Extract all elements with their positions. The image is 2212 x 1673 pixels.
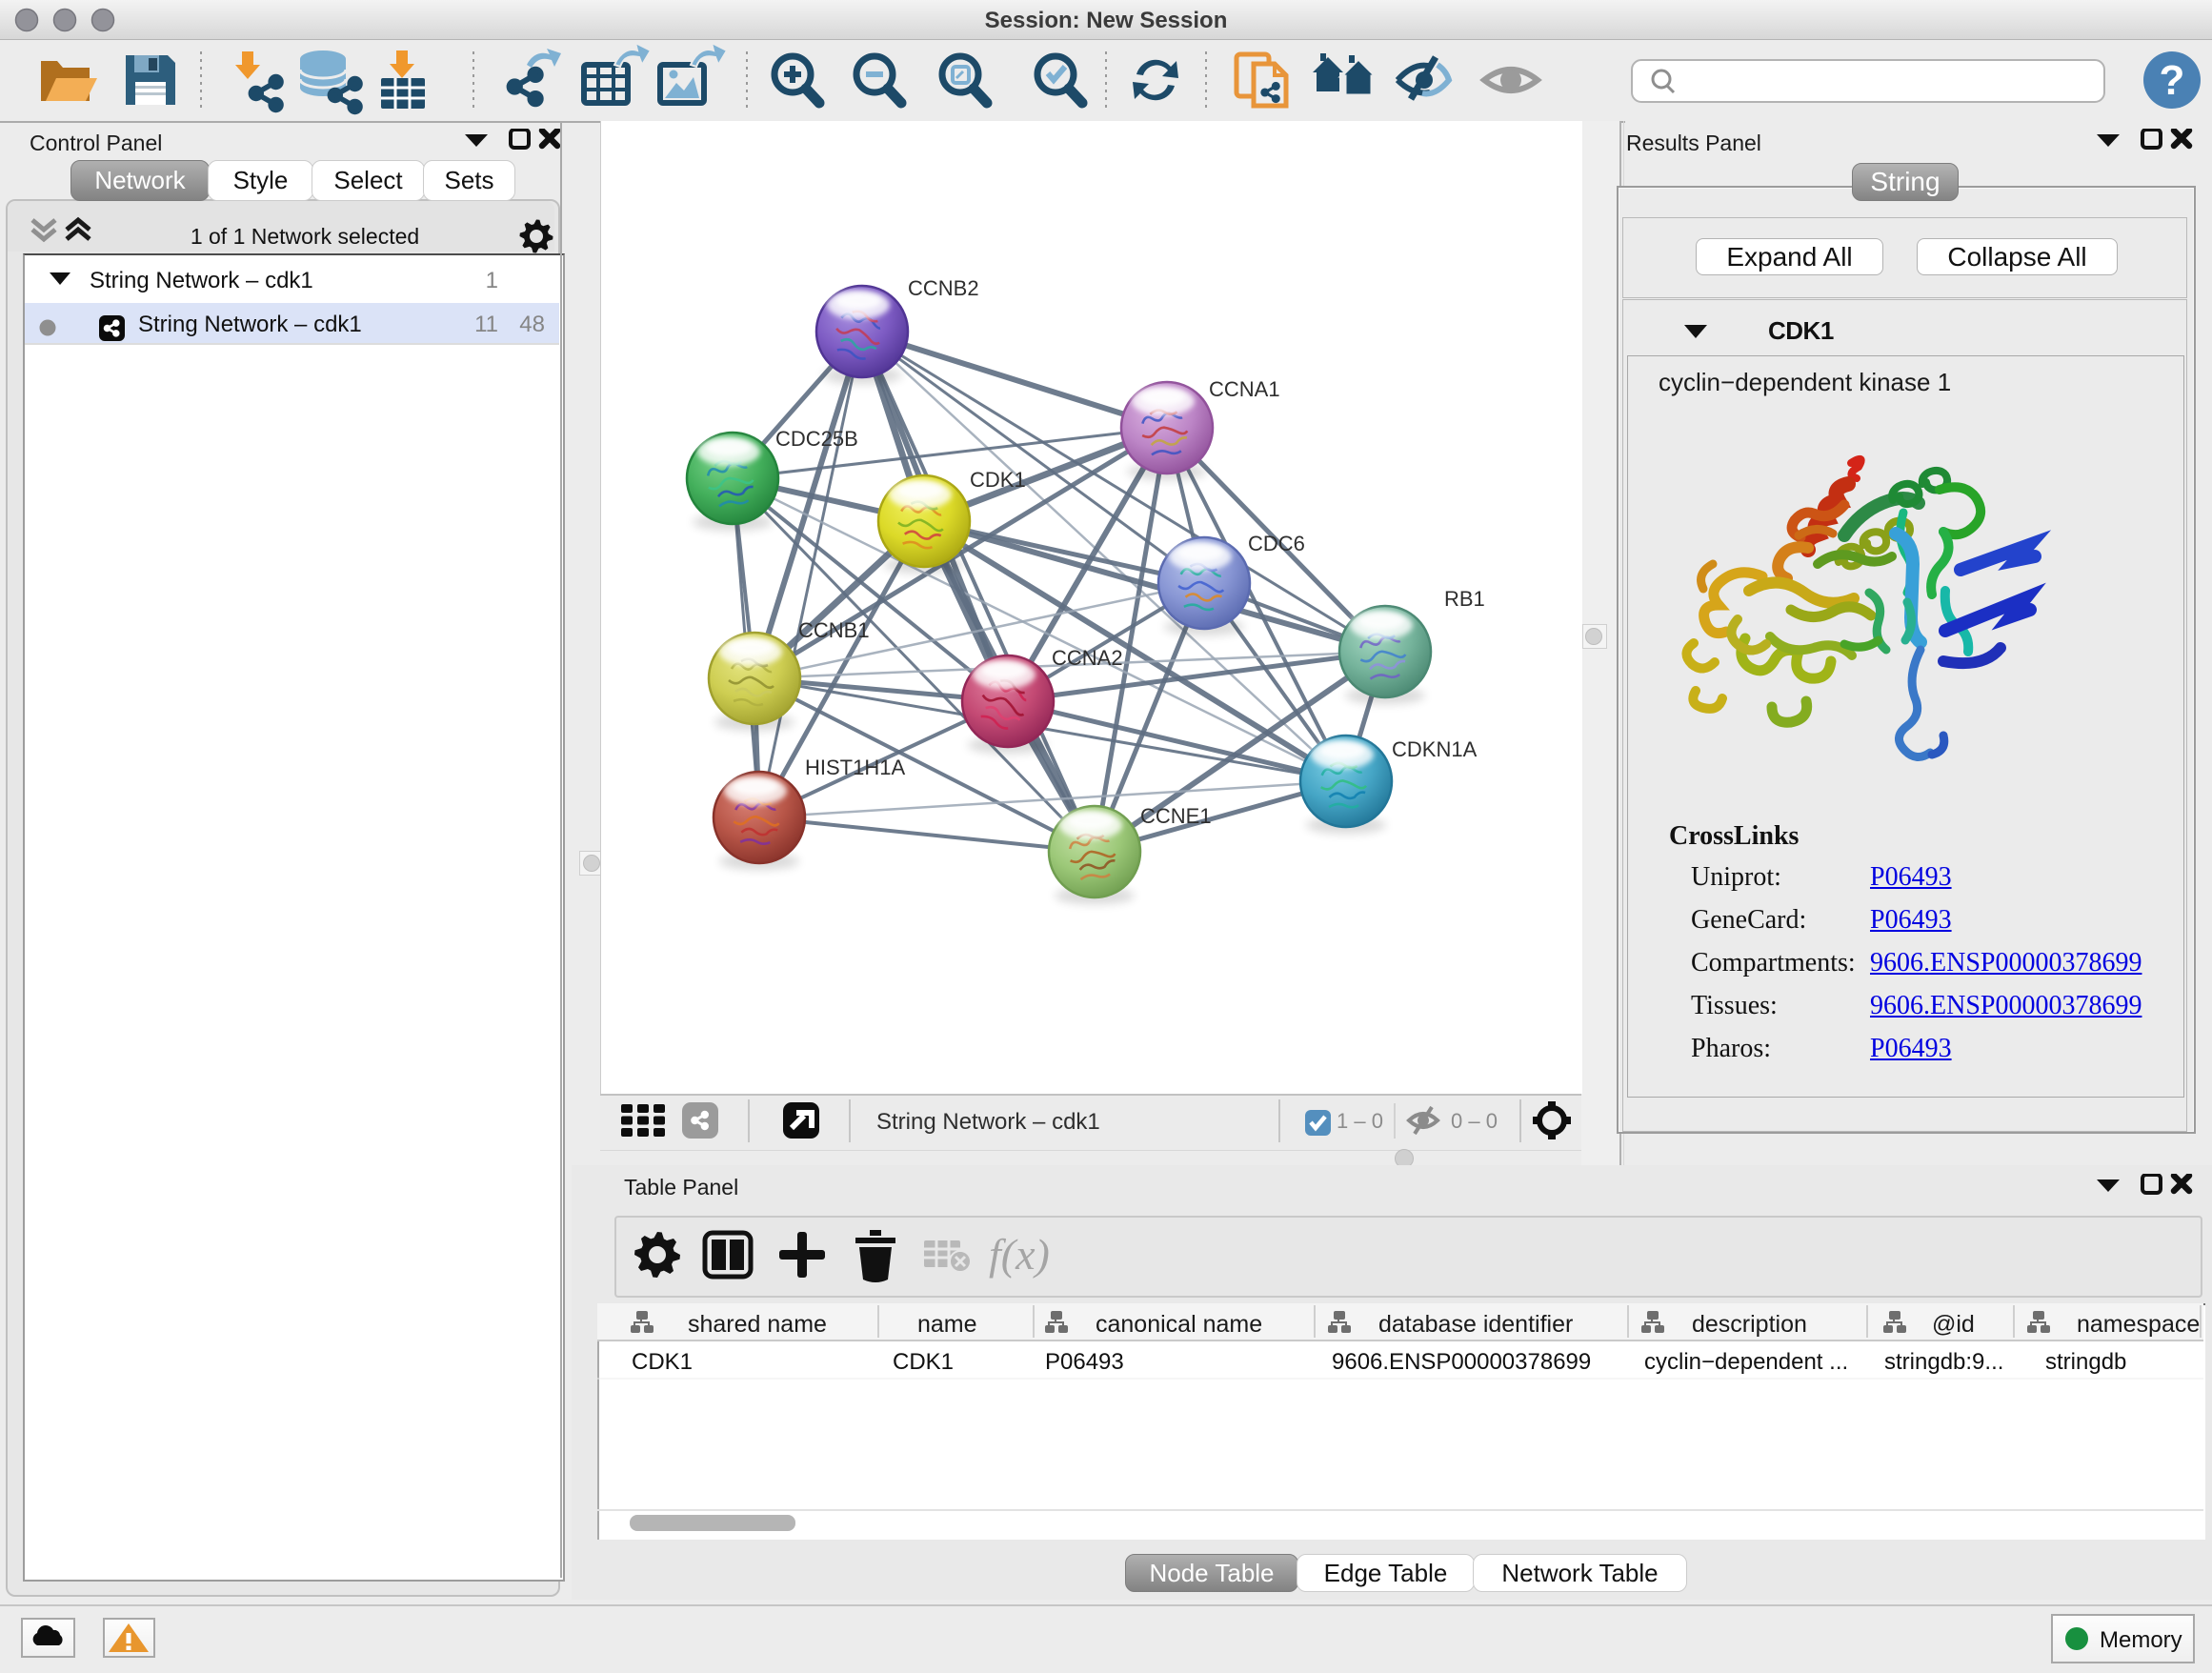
svg-text:CCNB2: CCNB2: [908, 276, 979, 300]
svg-text:CDKN1A: CDKN1A: [1392, 737, 1478, 761]
svg-text:@id: @id: [1932, 1311, 1975, 1338]
svg-text:CCNA1: CCNA1: [1209, 377, 1280, 401]
svg-text:f(x): f(x): [989, 1230, 1050, 1279]
svg-text:CCNA2: CCNA2: [1052, 646, 1123, 670]
svg-text:CCNE1: CCNE1: [1140, 804, 1212, 828]
svg-text:CDC25B: CDC25B: [775, 427, 858, 451]
svg-text:CDK1: CDK1: [970, 468, 1026, 492]
svg-text:9606.ENSP00000378699: 9606.ENSP00000378699: [1332, 1349, 1591, 1375]
svg-text:String Network – cdk1: String Network – cdk1: [876, 1109, 1100, 1135]
svg-text:shared name: shared name: [688, 1311, 827, 1338]
svg-text:?: ?: [2160, 57, 2185, 104]
svg-text:P06493: P06493: [1045, 1349, 1124, 1375]
svg-text:CDC6: CDC6: [1248, 532, 1305, 555]
svg-text:CDK1: CDK1: [632, 1349, 693, 1375]
svg-text:cyclin−dependent ...: cyclin−dependent ...: [1644, 1349, 1848, 1375]
svg-text:HIST1H1A: HIST1H1A: [805, 756, 905, 779]
svg-text:1 – 0: 1 – 0: [1337, 1109, 1383, 1133]
svg-text:stringdb: stringdb: [2045, 1349, 2126, 1375]
svg-text:stringdb:9...: stringdb:9...: [1884, 1349, 2003, 1375]
svg-text:namespace: namespace: [2077, 1311, 2200, 1338]
svg-text:name: name: [917, 1311, 977, 1338]
svg-text:0 – 0: 0 – 0: [1451, 1109, 1498, 1133]
svg-text:RB1: RB1: [1444, 587, 1485, 611]
svg-text:database identifier: database identifier: [1378, 1311, 1573, 1338]
svg-text:description: description: [1692, 1311, 1807, 1338]
svg-text:canonical name: canonical name: [1096, 1311, 1262, 1338]
svg-text:CDK1: CDK1: [893, 1349, 954, 1375]
svg-text:CCNB1: CCNB1: [798, 618, 870, 642]
